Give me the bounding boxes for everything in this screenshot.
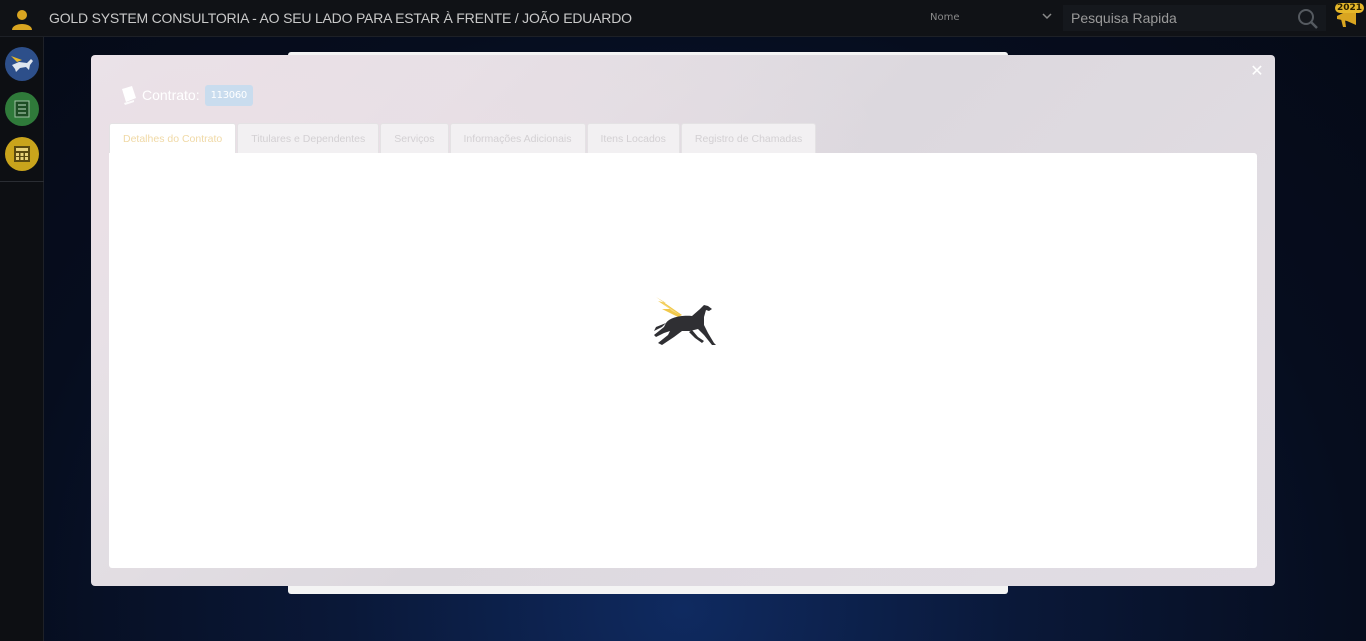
app-title: GOLD SYSTEM CONSULTORIA - AO SEU LADO PA… <box>49 10 632 26</box>
search-field-select-value: Nome <box>930 12 960 23</box>
contract-label: Contrato: <box>142 87 200 103</box>
search-field-select[interactable]: Nome <box>922 6 1058 30</box>
notification-button[interactable]: 2021 <box>1334 2 1364 32</box>
sidebar-divider <box>0 181 44 182</box>
top-bar: GOLD SYSTEM CONSULTORIA - AO SEU LADO PA… <box>0 0 1366 37</box>
document-icon <box>122 86 136 105</box>
notification-count-badge: 2021 <box>1334 3 1364 13</box>
sidebar-item-home[interactable] <box>5 47 39 81</box>
sidebar <box>0 37 44 641</box>
search-icon[interactable] <box>1297 8 1319 30</box>
tab-content-panel <box>109 153 1257 568</box>
modal-header: Contrato: 113060 <box>120 83 253 107</box>
quick-search-input[interactable] <box>1063 5 1326 31</box>
tab-contract-details[interactable]: Detalhes do Contrato <box>109 123 237 153</box>
tab-services[interactable]: Serviços <box>380 123 449 153</box>
tab-call-log[interactable]: Registro de Chamadas <box>680 123 817 153</box>
contract-tabs: Detalhes do Contrato Titulares e Depende… <box>109 123 817 153</box>
sidebar-item-list[interactable] <box>5 92 39 126</box>
tab-holders-dependents[interactable]: Titulares e Dependentes <box>237 123 380 153</box>
tab-additional-info[interactable]: Informações Adicionais <box>449 123 586 153</box>
user-icon[interactable] <box>8 5 36 33</box>
contract-number-badge: 113060 <box>204 84 253 106</box>
list-icon <box>14 100 30 118</box>
calculator-icon <box>14 146 30 162</box>
close-icon[interactable]: ✕ <box>1249 63 1265 79</box>
pegasus-loading-icon <box>652 293 720 351</box>
pegasus-logo-icon <box>11 56 33 72</box>
contract-modal: ✕ Contrato: 113060 Detalhes do Contrato … <box>91 55 1275 586</box>
chevron-down-icon <box>1042 11 1052 24</box>
sidebar-item-calculator[interactable] <box>5 137 39 171</box>
tab-rented-items[interactable]: Itens Locados <box>586 123 680 153</box>
